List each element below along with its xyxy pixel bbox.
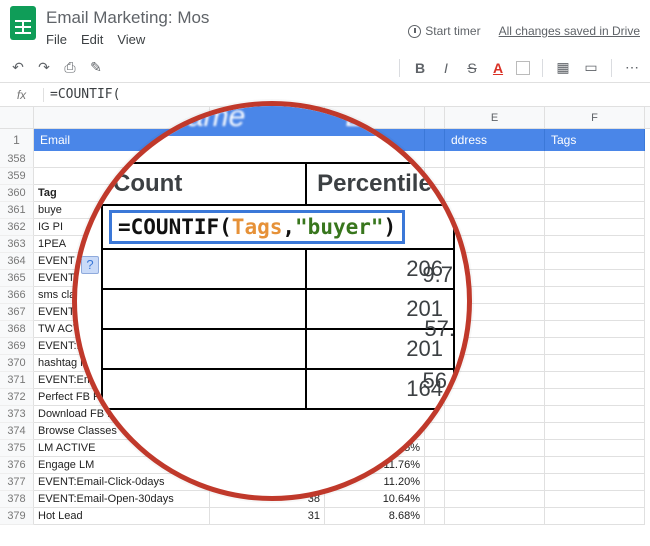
fill-color-button[interactable] (516, 61, 530, 75)
paint-format-button[interactable]: ✎ (88, 59, 104, 76)
cell[interactable] (545, 355, 645, 372)
separator-icon (611, 59, 612, 77)
row-number[interactable]: 363 (0, 236, 34, 253)
menu-view[interactable]: View (117, 32, 145, 47)
magnified-table: Count Percentile =COUNTIF(Tags,"buyer") … (101, 162, 455, 410)
cell[interactable] (545, 270, 645, 287)
menu-edit[interactable]: Edit (81, 32, 103, 47)
cell[interactable] (545, 287, 645, 304)
cell[interactable] (545, 508, 645, 525)
cell[interactable] (425, 508, 445, 525)
formula-fn: =COUNTIF( (118, 215, 232, 239)
separator-icon (399, 59, 400, 77)
cell[interactable] (545, 253, 645, 270)
document-title[interactable]: Email Marketing: Mos (46, 8, 209, 28)
sheets-logo-icon (10, 6, 36, 40)
cell[interactable] (545, 321, 645, 338)
print-button[interactable]: ⎙ (62, 59, 78, 76)
borders-button[interactable]: ▦ (555, 59, 571, 76)
spreadsheet-grid[interactable]: E F 1 Email ddress Tags 358359360Tag361b… (0, 107, 650, 525)
fx-label: fx (0, 88, 44, 102)
cell[interactable] (545, 185, 645, 202)
row-number[interactable]: 369 (0, 338, 34, 355)
strikethrough-button[interactable]: S (464, 60, 480, 76)
timer-icon (408, 25, 421, 38)
bold-button[interactable]: B (412, 60, 428, 76)
cell[interactable] (545, 491, 645, 508)
mag-formula-cell[interactable]: =COUNTIF(Tags,"buyer") (109, 210, 405, 244)
cell[interactable] (545, 457, 645, 474)
row-number[interactable]: 360 (0, 185, 34, 202)
formula-bar: fx =COUNTIF( (0, 83, 650, 107)
cell[interactable] (545, 474, 645, 491)
mag-header-percentile: Percentile (307, 164, 453, 204)
italic-button[interactable]: I (438, 60, 454, 76)
row-number[interactable]: 358 (0, 151, 34, 168)
row-number[interactable]: 370 (0, 355, 34, 372)
row-number[interactable]: 374 (0, 423, 34, 440)
mag-percent-partial-1: 9.7 (422, 262, 453, 288)
formula-string: "buyer" (295, 215, 384, 239)
row-number[interactable]: 375 (0, 440, 34, 457)
row-number[interactable]: 1 (0, 129, 34, 151)
row-number[interactable]: 371 (0, 372, 34, 389)
header-cell-tags[interactable]: Tags (545, 129, 645, 151)
cell-tag[interactable]: Hot Lead (34, 508, 210, 525)
row-number[interactable]: 362 (0, 219, 34, 236)
cell[interactable] (545, 440, 645, 457)
toolbar: ↶ ↷ ⎙ ✎ B I S A ▦ ▭ ⋯ (0, 53, 650, 83)
separator-icon (542, 59, 543, 77)
save-status[interactable]: All changes saved in Drive (499, 24, 640, 38)
menu-file[interactable]: File (46, 32, 67, 47)
mag-percent-partial-3: 56 (423, 368, 447, 394)
magnifier-overlay: ame Last ? Count Percentile =COUNTIF(Tag… (72, 101, 472, 501)
merge-button[interactable]: ▭ (583, 59, 599, 76)
cell[interactable] (445, 508, 545, 525)
cell[interactable] (545, 151, 645, 168)
cell[interactable] (545, 389, 645, 406)
row-number[interactable]: 366 (0, 287, 34, 304)
row-number[interactable]: 359 (0, 168, 34, 185)
row-number[interactable]: 368 (0, 321, 34, 338)
cell[interactable] (545, 372, 645, 389)
row-number[interactable]: 377 (0, 474, 34, 491)
cell-percentile[interactable]: 8.68% (325, 508, 425, 525)
menu-bar: File Edit View (46, 32, 209, 47)
cell[interactable] (545, 236, 645, 253)
start-timer-button[interactable]: Start timer (408, 24, 480, 38)
mag-header-count: Count (103, 164, 307, 204)
cell[interactable] (545, 406, 645, 423)
row-number[interactable]: 376 (0, 457, 34, 474)
row-number[interactable]: 365 (0, 270, 34, 287)
start-timer-label: Start timer (425, 24, 480, 38)
cell[interactable] (545, 423, 645, 440)
mag-percent-partial-2: 57. (424, 316, 455, 342)
redo-button[interactable]: ↷ (36, 59, 52, 76)
row-number[interactable]: 364 (0, 253, 34, 270)
cell[interactable] (545, 219, 645, 236)
more-button[interactable]: ⋯ (624, 59, 640, 76)
row-number[interactable]: 372 (0, 389, 34, 406)
formula-hint-icon[interactable]: ? (81, 256, 99, 274)
table-row[interactable]: 379Hot Lead318.68% (0, 508, 650, 525)
cell[interactable] (545, 304, 645, 321)
row-number[interactable]: 378 (0, 491, 34, 508)
text-color-button[interactable]: A (490, 60, 506, 76)
undo-button[interactable]: ↶ (10, 59, 26, 76)
formula-range: Tags (232, 215, 283, 239)
row-number[interactable]: 367 (0, 304, 34, 321)
cell[interactable] (545, 168, 645, 185)
row-number[interactable]: 361 (0, 202, 34, 219)
cell[interactable] (545, 202, 645, 219)
column-header-f[interactable]: F (545, 107, 645, 128)
row-number[interactable]: 373 (0, 406, 34, 423)
cell[interactable] (545, 338, 645, 355)
row-number[interactable]: 379 (0, 508, 34, 525)
formula-input[interactable]: =COUNTIF( (44, 87, 120, 102)
cell-count[interactable]: 31 (210, 508, 325, 525)
